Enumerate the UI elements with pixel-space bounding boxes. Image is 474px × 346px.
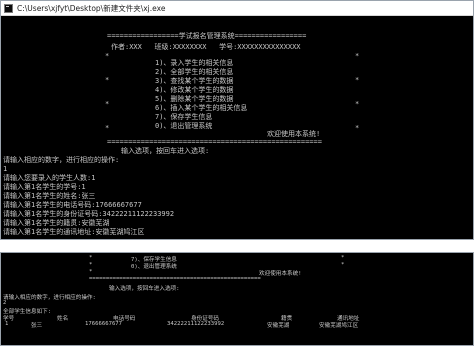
menu-star: * [89, 262, 93, 268]
menu-left-star: * [105, 124, 110, 132]
capture-gap [0, 240, 474, 252]
table-cell-id: 1 [5, 321, 9, 327]
menu-star: * [341, 255, 345, 261]
menu-star: * [341, 262, 345, 268]
console-line: 请输入第1名学生的身份证号码:34222211122233992 [3, 210, 175, 218]
console-window-second-capture[interactable]: * * 7)、保存学生信息 * * 0)、退出管理系统 * 欢迎使用本系统! =… [0, 252, 474, 346]
menu-top-rule: =================学试报名管理系统===============… [107, 32, 307, 40]
menu-star: * [89, 269, 93, 275]
console-line: 请输入第1名学生的学号:1 [3, 183, 86, 191]
console-line: 请输入第1名学生的姓名:张三 [3, 192, 96, 200]
table-cell-name: 张三 [31, 323, 43, 329]
console-line: 请输入第1名学生的籍贯:安徽芜湖 [3, 219, 110, 227]
menu-author-line: 作者:XXX 班级:XXXXXXXX 学号:XXXXXXXXXXXXXXX [111, 43, 301, 51]
table-header-name: 姓名 [57, 316, 69, 322]
menu-star: * [89, 255, 93, 261]
window-title: C:\Users\xjfyt\Desktop\新建文件夹\xj.exe [17, 3, 166, 13]
menu-bottom-rule: ========================================… [89, 276, 261, 282]
console-line: 请输入相应的数字，进行相应的操作: [3, 156, 120, 164]
menu-right-star: * [355, 100, 360, 108]
menu-bottom-rule: ========================================… [107, 138, 322, 146]
table-cell-hometown: 安徽芜湖 [267, 323, 290, 329]
menu-right-star: * [355, 52, 360, 60]
menu-item: 0)、退出管理系统 [131, 264, 177, 270]
menu-item: 0)、退出管理系统 [155, 122, 213, 130]
main-menu-box: =================学试报名管理系统===============… [105, 18, 367, 146]
console-choice: 2 [3, 300, 7, 306]
table-cell-address: 安徽芜湖鸠江区 [319, 323, 359, 329]
menu-left-star: * [105, 100, 110, 108]
menu-right-star: * [355, 76, 360, 84]
menu-left-star: * [105, 52, 110, 60]
menu-right-star: * [355, 124, 360, 132]
menu-left-star: * [105, 76, 110, 84]
window-titlebar[interactable]: C:\Users\xjfyt\Desktop\新建文件夹\xj.exe [1, 1, 473, 16]
console-prompt: 输入选项，按回车进入选项: [121, 147, 210, 155]
console-line: 请输入第1名学生的通讯地址:安徽芜湖鸠江区 [3, 228, 145, 236]
console-window[interactable]: C:\Users\xjfyt\Desktop\新建文件夹\xj.exe ====… [0, 0, 474, 240]
menu-welcome: 欢迎使用本系统! [259, 271, 302, 277]
table-cell-phone: 17666667677 [85, 321, 123, 327]
console-prompt: 输入选项，按回车进入选项: [109, 286, 180, 292]
console-app-icon [4, 3, 13, 13]
console-line: 请输入您要录入的学生人数:1 [3, 174, 96, 182]
console-line: 请输入第1名学生的电话号码:17666667677 [3, 201, 142, 209]
table-cell-idcard: 34222211122233992 [167, 321, 225, 327]
console-instruction: 请输入相应的数字，进行相应的操作: [3, 295, 96, 301]
console-line: 1 [3, 165, 8, 173]
